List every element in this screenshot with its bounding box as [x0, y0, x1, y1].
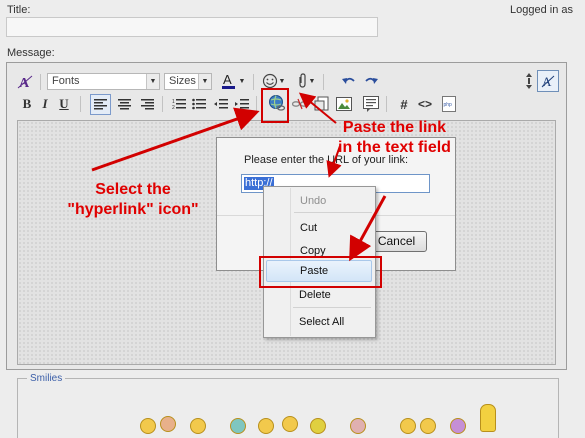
annotation-line: in the text field — [338, 139, 451, 156]
arrow-to-hyperlink — [91, 107, 260, 172]
smiley-icon[interactable] — [350, 418, 366, 434]
smiley-icon[interactable] — [400, 418, 416, 434]
smiley-icon[interactable] — [230, 418, 246, 434]
smiley-icon[interactable] — [310, 418, 326, 434]
smiley-icon[interactable] — [258, 418, 274, 434]
annotation-line: Paste the link — [342, 119, 447, 136]
smiley-icon[interactable] — [160, 416, 176, 432]
smiley-icon[interactable] — [450, 418, 466, 434]
smiley-icon[interactable] — [190, 418, 206, 434]
smiley-icon[interactable] — [420, 418, 436, 434]
smilies-label: Smilies — [27, 373, 66, 384]
smiley-icon[interactable] — [282, 416, 298, 432]
annotation-line: Select the — [95, 181, 171, 198]
smiley-icon[interactable] — [140, 418, 156, 434]
arrow-to-paste — [349, 195, 387, 262]
annotation-select-hyperlink: Select the "hyperlink" icon" — [58, 180, 208, 220]
annotation-line: "hyperlink" icon" — [67, 201, 199, 218]
annotation-paste-link: Paste the link in the text field — [322, 118, 467, 158]
